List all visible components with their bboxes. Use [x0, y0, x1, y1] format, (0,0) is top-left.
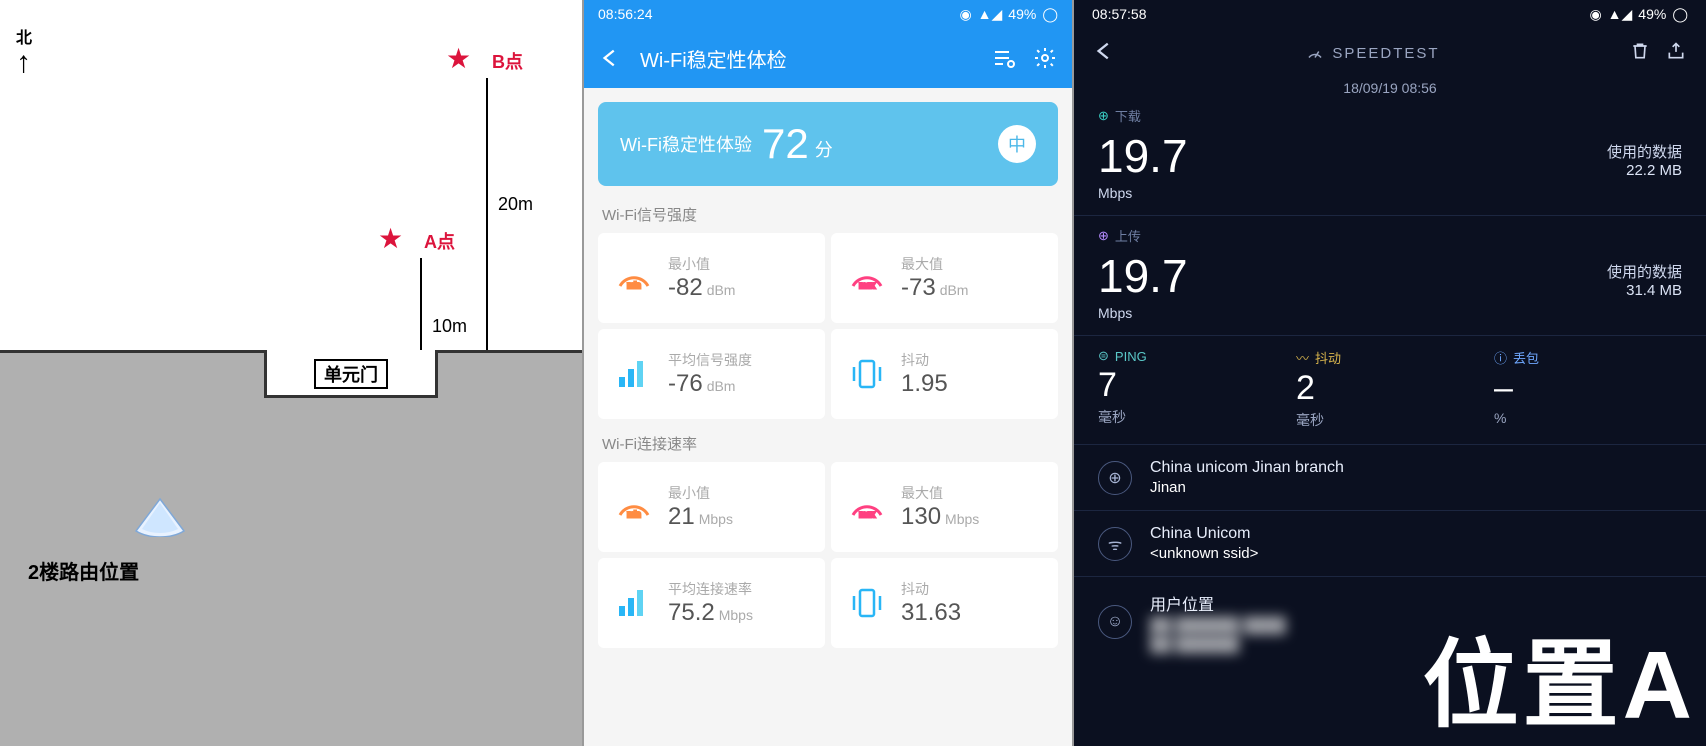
- bars-icon: [612, 581, 656, 625]
- wifi-icon: ◉: [1589, 6, 1601, 23]
- metric-speed-max: max 最大值 130Mbps: [831, 462, 1058, 552]
- metric-signal-jitter: 抖动 1.95: [831, 329, 1058, 419]
- wifi-icon: ᯤ: [1098, 527, 1132, 561]
- svg-text:max: max: [859, 510, 874, 519]
- door-notch: 单元门: [264, 350, 438, 398]
- app-bar: SPEEDTEST: [1074, 28, 1706, 78]
- svg-text:min: min: [628, 281, 641, 290]
- download-label: ⊕下载: [1098, 106, 1682, 125]
- gauge-max-icon: max: [845, 485, 889, 529]
- battery-icon: ◯: [1672, 6, 1688, 23]
- score-value: 72: [762, 120, 809, 168]
- bars-icon: [612, 352, 656, 396]
- star-a-icon: ★: [378, 222, 403, 255]
- signal-icon: ▲◢: [1608, 6, 1633, 23]
- star-b-icon: ★: [446, 42, 471, 75]
- ping-col: ⊜PING 7 毫秒: [1098, 348, 1286, 430]
- vibrate-icon: [845, 352, 889, 396]
- back-button[interactable]: [1094, 40, 1116, 67]
- blurred-location2: ██ ██████: [1150, 636, 1286, 653]
- score-badge: 中: [998, 125, 1036, 163]
- appbar-title: Wi-Fi稳定性体检: [640, 44, 974, 73]
- download-usage: 使用的数据 22.2 MB: [1607, 141, 1682, 179]
- person-icon: ☺: [1098, 605, 1132, 639]
- point-a-label: A点: [424, 228, 455, 254]
- speedtest-title: SPEEDTEST: [1132, 44, 1614, 62]
- share-icon[interactable]: [1666, 41, 1686, 66]
- overlay-location-label: 位置A: [1423, 607, 1696, 746]
- back-button[interactable]: [598, 45, 624, 71]
- download-unit: Mbps: [1074, 185, 1706, 216]
- metric-signal-max: max 最大值 -73dBm: [831, 233, 1058, 323]
- gauge-max-icon: max: [845, 256, 889, 300]
- metric-signal-min: min 最小值 -82dBm: [598, 233, 825, 323]
- gauge-min-icon: min: [612, 256, 656, 300]
- speed-grid: min 最小值 21Mbps max 最大值 130Mbps 平均连接速率 75…: [584, 462, 1072, 658]
- svg-text:max: max: [859, 281, 874, 290]
- metric-speed-avg: 平均连接速率 75.2Mbps: [598, 558, 825, 648]
- jitter-col: 〰抖动 2 毫秒: [1296, 348, 1484, 430]
- isp-row[interactable]: ⊕ China unicom Jinan branch Jinan: [1074, 445, 1706, 511]
- download-value: 19.7: [1098, 133, 1188, 179]
- section-signal-label: Wi-Fi信号强度: [584, 200, 1072, 233]
- network-row[interactable]: ᯤ China Unicom <unknown ssid>: [1074, 511, 1706, 577]
- latency-row: ⊜PING 7 毫秒 〰抖动 2 毫秒 ⓘ丢包 – %: [1074, 336, 1706, 445]
- upload-usage: 使用的数据 31.4 MB: [1607, 261, 1682, 299]
- history-icon[interactable]: [990, 45, 1016, 71]
- metric-speed-jitter: 抖动 31.63: [831, 558, 1058, 648]
- section-speed-label: Wi-Fi连接速率: [584, 429, 1072, 462]
- battery-label: 49%: [1638, 6, 1666, 22]
- score-label: Wi-Fi稳定性体验: [620, 131, 752, 157]
- building-area: 单元门: [0, 350, 582, 746]
- router-icon: [130, 495, 190, 537]
- north-arrow-icon: ↑: [16, 48, 32, 78]
- battery-label: 49%: [1008, 6, 1036, 22]
- distance-b: 20m: [498, 194, 533, 215]
- line-b: [486, 78, 488, 388]
- floorplan-diagram: 北 ↑ ★ B点 ★ A点 20m 10m 单元门 2楼路由位置: [0, 0, 584, 746]
- blurred-location: ██ ██████ ████: [1150, 617, 1286, 634]
- status-time: 08:57:58: [1092, 6, 1147, 22]
- upload-value: 19.7: [1098, 253, 1188, 299]
- signal-grid: min 最小值 -82dBm max 最大值 -73dBm 平均信号强度 -76…: [584, 233, 1072, 429]
- app-bar: Wi-Fi稳定性体检: [584, 28, 1072, 88]
- status-bar: 08:57:58 ◉ ▲◢ 49% ◯: [1074, 0, 1706, 28]
- door-label: 单元门: [314, 359, 388, 389]
- upload-label: ⊕上传: [1098, 226, 1682, 245]
- score-unit: 分: [815, 136, 833, 162]
- wifi-icon: ◉: [959, 6, 971, 23]
- settings-icon[interactable]: [1032, 45, 1058, 71]
- score-card: Wi-Fi稳定性体验 72 分 中: [598, 102, 1058, 186]
- delete-icon[interactable]: [1630, 41, 1650, 66]
- vibrate-icon: [845, 581, 889, 625]
- battery-icon: ◯: [1042, 6, 1058, 23]
- status-bar: 08:56:24 ◉ ▲◢ 49% ◯: [584, 0, 1072, 28]
- metric-speed-min: min 最小值 21Mbps: [598, 462, 825, 552]
- svg-text:min: min: [628, 510, 641, 519]
- loss-col: ⓘ丢包 – %: [1494, 348, 1682, 430]
- distance-a: 10m: [432, 316, 467, 337]
- speedtest-screen: 08:57:58 ◉ ▲◢ 49% ◯ SPEEDTEST 18/09/19 0…: [1074, 0, 1706, 746]
- test-date: 18/09/19 08:56: [1074, 80, 1706, 96]
- signal-icon: ▲◢: [978, 6, 1003, 23]
- upload-unit: Mbps: [1074, 305, 1706, 336]
- point-b-label: B点: [492, 48, 523, 74]
- north-label: 北: [16, 24, 32, 48]
- metric-signal-avg: 平均信号强度 -76dBm: [598, 329, 825, 419]
- router-label: 2楼路由位置: [28, 556, 139, 585]
- wifi-stability-screen: 08:56:24 ◉ ▲◢ 49% ◯ Wi-Fi稳定性体检 Wi-Fi稳定性体…: [584, 0, 1074, 746]
- globe-icon: ⊕: [1098, 461, 1132, 495]
- gauge-min-icon: min: [612, 485, 656, 529]
- compass: 北 ↑: [16, 24, 32, 78]
- status-time: 08:56:24: [598, 6, 653, 22]
